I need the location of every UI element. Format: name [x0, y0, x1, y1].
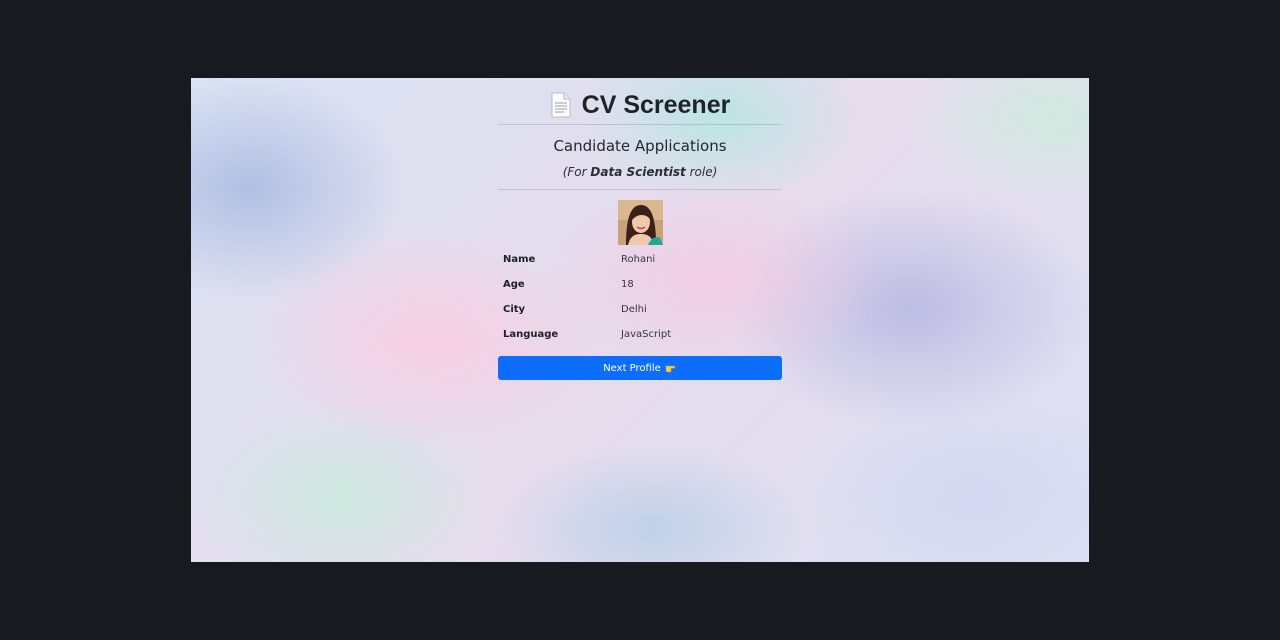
- field-value: Rohani: [621, 254, 656, 265]
- field-value: JavaScript: [621, 329, 672, 340]
- profile-row-language: Language JavaScript: [498, 322, 782, 347]
- field-value: Delhi: [621, 304, 647, 315]
- page-title: CV Screener: [581, 90, 731, 119]
- field-label: Age: [503, 279, 525, 290]
- role-name: Data Scientist: [590, 165, 686, 179]
- cv-screener-container: CV Screener Candidate Applications (For …: [498, 78, 782, 380]
- candidate-avatar: [617, 200, 663, 245]
- field-label: Language: [503, 329, 559, 340]
- header-divider: [498, 124, 782, 125]
- role-caption: (For Data Scientist role): [498, 164, 782, 180]
- page-viewport: CV Screener Candidate Applications (For …: [191, 78, 1089, 562]
- role-prefix: (For: [562, 165, 591, 179]
- profile-row-city: City Delhi: [498, 297, 782, 322]
- app-header: CV Screener: [498, 86, 782, 124]
- field-value: 18: [621, 279, 634, 290]
- next-profile-button[interactable]: Next Profile: [498, 356, 782, 380]
- next-profile-label: Next Profile: [603, 362, 661, 374]
- applications-heading: Candidate Applications: [553, 137, 727, 155]
- field-label: Name: [503, 254, 536, 265]
- pointing-hand-icon: [665, 363, 677, 373]
- profile-row-age: Age 18: [498, 272, 782, 297]
- document-icon: [550, 92, 572, 118]
- section-divider: [498, 189, 782, 190]
- profile-row-name: Name Rohani: [498, 247, 782, 272]
- field-label: City: [503, 304, 526, 315]
- role-suffix: role): [685, 165, 718, 179]
- profile-table: Name Rohani Age 18 City Delhi Language J…: [498, 247, 782, 347]
